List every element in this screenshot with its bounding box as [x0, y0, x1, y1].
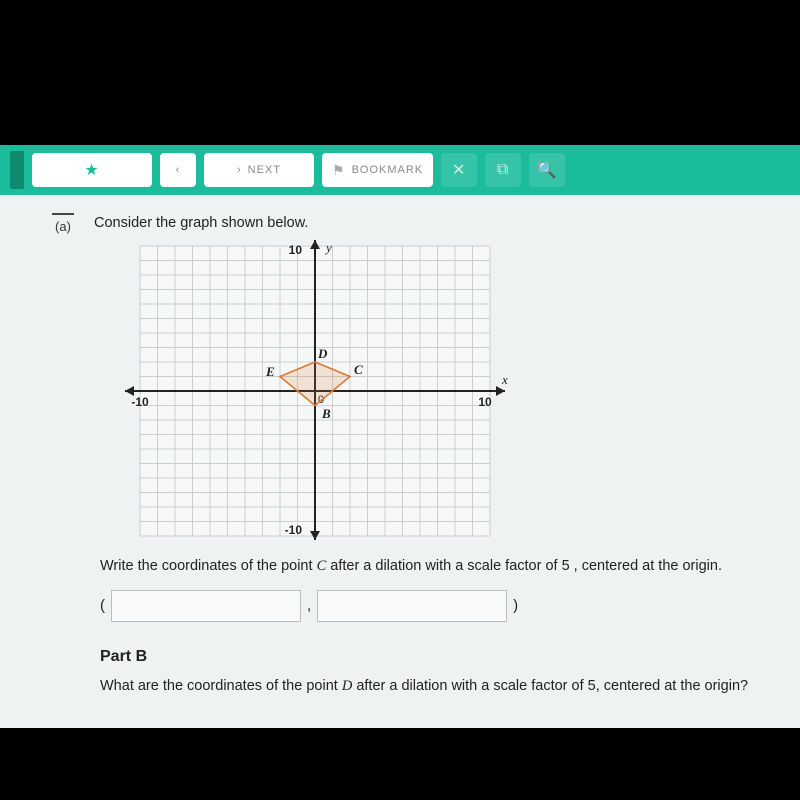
- instruction-pre: Write the coordinates of the point: [100, 558, 317, 574]
- zoom-button[interactable]: 🔍: [529, 153, 565, 187]
- question-page: (a) Consider the graph shown below.: [0, 195, 800, 728]
- part-indicator: (a): [50, 213, 76, 234]
- part-dash-icon: [52, 213, 74, 215]
- part-a-instruction: Write the coordinates of the point C aft…: [100, 556, 790, 578]
- toolbar-left-tab[interactable]: [10, 151, 24, 189]
- prev-button[interactable]: ‹: [160, 153, 196, 187]
- svg-text:-10: -10: [131, 395, 149, 409]
- chevron-right-icon: ›: [237, 164, 242, 176]
- search-icon: 🔍: [537, 160, 558, 180]
- x-coordinate-input[interactable]: [111, 590, 301, 622]
- svg-text:y: y: [324, 240, 332, 255]
- star-icon: ★: [84, 160, 99, 180]
- svg-text:-10: -10: [285, 523, 303, 537]
- toolbar: ★ ‹ › NEXT ⚑ BOOKMARK ✕ ⧉ 🔍: [0, 145, 800, 195]
- question-header: (a) Consider the graph shown below.: [50, 213, 790, 234]
- tool-button[interactable]: ⧉: [485, 153, 521, 187]
- bookmark-label: BOOKMARK: [352, 164, 424, 176]
- bookmark-button[interactable]: ⚑ BOOKMARK: [322, 153, 433, 187]
- y-coordinate-input[interactable]: [317, 590, 507, 622]
- instruction-post: after a dilation with a scale factor of …: [326, 558, 722, 574]
- box-icon: ⧉: [497, 161, 509, 179]
- graph-svg: -10 10 10 -10 y x 0 B C D E: [100, 238, 530, 543]
- part-b-title: Part B: [100, 648, 790, 666]
- answer-comma: ,: [307, 597, 311, 614]
- question-prompt: Consider the graph shown below.: [94, 213, 308, 231]
- part-b-point-d: D: [342, 678, 352, 694]
- part-b-pre: What are the coordinates of the point: [100, 678, 342, 694]
- next-button[interactable]: › NEXT: [204, 153, 314, 187]
- svg-text:C: C: [354, 362, 363, 377]
- svg-text:B: B: [321, 406, 331, 421]
- top-black-bar: [0, 0, 800, 145]
- part-b-instruction: What are the coordinates of the point D …: [100, 676, 790, 698]
- svg-text:10: 10: [478, 395, 492, 409]
- next-label: NEXT: [248, 164, 281, 176]
- part-label: (a): [50, 219, 76, 234]
- coordinate-answer-row: ( , ): [100, 590, 790, 622]
- part-b-post: after a dilation with a scale factor of …: [352, 678, 748, 694]
- coordinate-graph: -10 10 10 -10 y x 0 B C D E: [100, 238, 790, 548]
- chevron-left-icon: ‹: [176, 164, 181, 176]
- instruction-point-c: C: [317, 558, 327, 574]
- paren-open: (: [100, 597, 105, 614]
- svg-text:E: E: [265, 364, 275, 379]
- close-tool-button[interactable]: ✕: [441, 153, 477, 187]
- svg-text:10: 10: [289, 243, 303, 257]
- question-nav-button[interactable]: ★: [32, 153, 152, 187]
- paren-close: ): [513, 597, 518, 614]
- svg-text:D: D: [317, 346, 328, 361]
- flag-icon: ⚑: [332, 162, 346, 179]
- svg-text:x: x: [501, 372, 508, 387]
- close-icon: ✕: [452, 160, 466, 180]
